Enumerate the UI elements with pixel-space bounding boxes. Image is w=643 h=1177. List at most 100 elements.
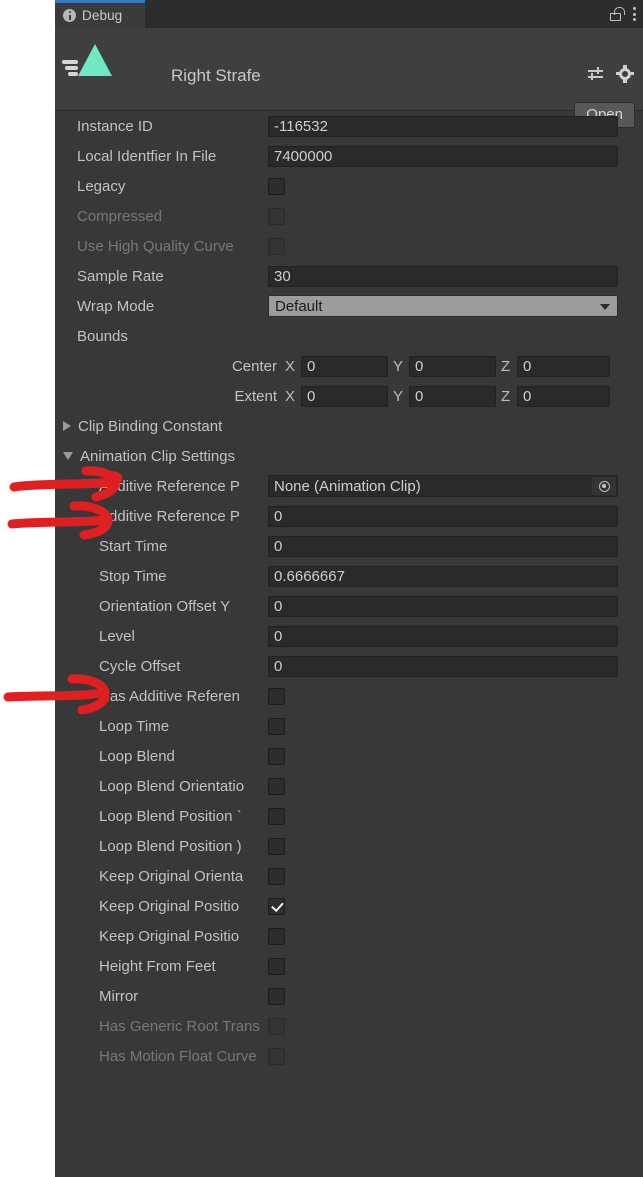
- axis-label-y: Y: [393, 387, 404, 405]
- foldout-label: Clip Binding Constant: [78, 417, 223, 435]
- property-checkbox[interactable]: [268, 927, 285, 945]
- property-text-field[interactable]: 0: [268, 595, 618, 617]
- inspector-panel: Debug Right Strafe Open Instance ID -116…: [55, 0, 643, 1177]
- property-row: Use High Quality Curve: [55, 231, 643, 261]
- inspector-body: Instance ID -116532 Local Identfier In Fil…: [55, 111, 643, 1177]
- property-label: Loop Blend Position ): [99, 837, 242, 855]
- property-text-field[interactable]: 7400000: [268, 145, 618, 167]
- property-checkbox[interactable]: [268, 747, 285, 765]
- tab-debug[interactable]: Debug: [55, 0, 145, 28]
- property-checkbox[interactable]: [268, 777, 285, 795]
- property-label: Use High Quality Curve: [77, 237, 234, 255]
- axis-label-x: X: [285, 387, 296, 405]
- axis-field-y[interactable]: 0: [409, 355, 496, 377]
- preset-selector-icon[interactable]: [588, 66, 604, 82]
- property-text-field[interactable]: 0: [268, 625, 618, 647]
- property-label: Sample Rate: [77, 267, 164, 285]
- property-label: Height From Feet: [99, 957, 216, 975]
- dropdown-value: Default: [275, 297, 323, 315]
- property-label: Legacy: [77, 177, 126, 195]
- foldout-expanded[interactable]: Animation Clip Settings: [55, 441, 643, 471]
- property-checkbox[interactable]: [268, 867, 285, 885]
- property-row: Height From Feet: [55, 951, 643, 981]
- property-checkbox[interactable]: [268, 987, 285, 1005]
- axis-label-x: X: [285, 357, 296, 375]
- animation-clip-icon: [60, 40, 116, 80]
- property-checkbox: [268, 237, 285, 255]
- axis-field-z[interactable]: 0: [517, 385, 610, 407]
- object-reference-value: None (Animation Clip): [274, 477, 421, 495]
- property-text-field[interactable]: 30: [268, 265, 618, 287]
- object-picker-icon[interactable]: [592, 477, 616, 495]
- property-label: Wrap Mode: [77, 297, 155, 315]
- property-label: Loop Blend Orientatio: [99, 777, 245, 795]
- inspector-tabbar: Debug: [55, 0, 643, 28]
- property-label: Keep Original Positio: [99, 927, 240, 945]
- property-label: Instance ID: [77, 117, 153, 135]
- property-checkbox[interactable]: [268, 897, 285, 915]
- property-label: Loop Blend: [99, 747, 175, 765]
- property-row: Start Time 0: [55, 531, 643, 561]
- property-row: Local Identfier In File 7400000: [55, 141, 643, 171]
- property-label: Keep Original Positio: [99, 897, 240, 915]
- chevron-right-icon: [63, 421, 71, 431]
- property-row: Mirror: [55, 981, 643, 1011]
- axis-field-x[interactable]: 0: [301, 355, 388, 377]
- property-row: Keep Original Positio: [55, 891, 643, 921]
- property-label: Keep Original Orienta: [99, 867, 244, 885]
- property-checkbox: [268, 207, 285, 225]
- property-checkbox[interactable]: [268, 687, 285, 705]
- property-row: Orientation Offset Y 0: [55, 591, 643, 621]
- gear-icon[interactable]: [616, 65, 634, 83]
- property-text-field[interactable]: 0: [268, 505, 618, 527]
- property-label: Start Time: [99, 537, 168, 555]
- info-icon: [63, 9, 76, 22]
- property-label: Has Motion Float Curve: [99, 1047, 257, 1065]
- property-label: Stop Time: [99, 567, 167, 585]
- property-label: Has Additive Referen: [99, 687, 240, 705]
- header-actions: [588, 65, 634, 83]
- property-label: Has Generic Root Trans: [99, 1017, 260, 1035]
- property-row: Loop Blend Position ): [55, 831, 643, 861]
- property-label: Level: [99, 627, 135, 645]
- property-checkbox[interactable]: [268, 957, 285, 975]
- chevron-down-icon: [63, 452, 73, 460]
- property-checkbox[interactable]: [268, 717, 285, 735]
- axis-field-x[interactable]: 0: [301, 385, 388, 407]
- property-row: Loop Blend Position `: [55, 801, 643, 831]
- property-row: Additive Reference P None (Animation Clip…: [55, 471, 643, 501]
- property-checkbox: [268, 1047, 285, 1065]
- property-label: Loop Blend Position `: [99, 807, 242, 825]
- tab-debug-label: Debug: [82, 8, 123, 23]
- foldout-label: Animation Clip Settings: [80, 447, 236, 465]
- object-reference-field[interactable]: None (Animation Clip): [268, 475, 618, 497]
- property-text-field[interactable]: -116532: [268, 115, 618, 137]
- bounds-row: Center X 0 Y 0 Z 0: [55, 351, 643, 381]
- axis-label-z: Z: [501, 357, 511, 375]
- property-row: Has Motion Float Curve: [55, 1041, 643, 1071]
- tabbar-actions: [610, 0, 637, 28]
- foldout-collapsed[interactable]: Clip Binding Constant: [55, 411, 643, 441]
- property-text-field[interactable]: 0.6666667: [268, 565, 618, 587]
- screenshot-root: Debug Right Strafe Open Instance ID -116…: [0, 0, 643, 1177]
- property-label: Mirror: [99, 987, 139, 1005]
- property-row: Stop Time 0.6666667: [55, 561, 643, 591]
- bounds-label: Center: [231, 357, 277, 375]
- kebab-menu-icon[interactable]: [633, 6, 637, 22]
- property-label: Cycle Offset: [99, 657, 181, 675]
- axis-field-y[interactable]: 0: [409, 385, 496, 407]
- property-text-field[interactable]: 0: [268, 655, 618, 677]
- property-row: Loop Blend Orientatio: [55, 771, 643, 801]
- property-text-field[interactable]: 0: [268, 535, 618, 557]
- property-checkbox[interactable]: [268, 177, 285, 195]
- property-row: Legacy: [55, 171, 643, 201]
- property-dropdown[interactable]: Default: [268, 295, 618, 317]
- property-label: Loop Time: [99, 717, 170, 735]
- property-label: Bounds: [77, 327, 128, 345]
- property-checkbox[interactable]: [268, 837, 285, 855]
- property-label: Local Identfier In File: [77, 147, 217, 165]
- lock-icon[interactable]: [610, 6, 625, 22]
- property-checkbox[interactable]: [268, 807, 285, 825]
- axis-field-z[interactable]: 0: [517, 355, 610, 377]
- property-row: Level 0: [55, 621, 643, 651]
